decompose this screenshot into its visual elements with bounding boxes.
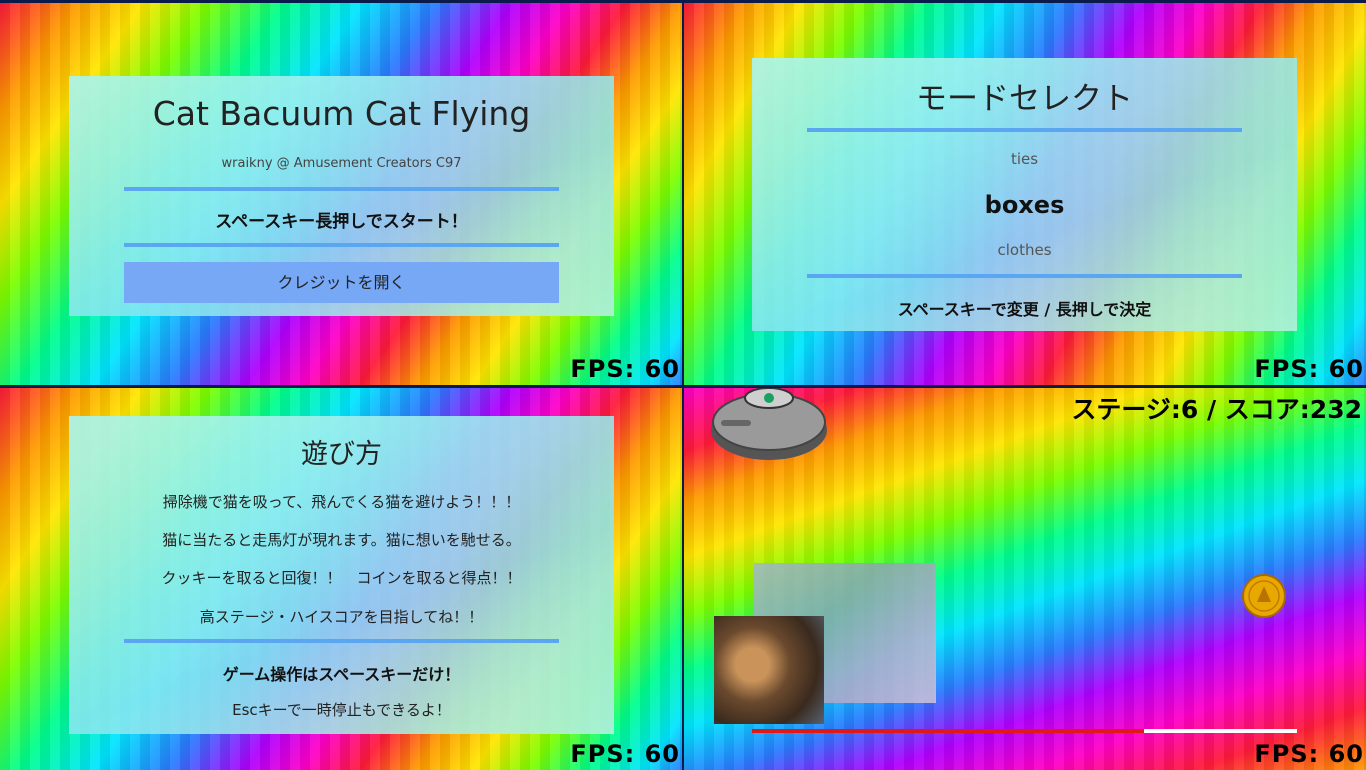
- health-bar: [752, 729, 1297, 733]
- robot-vacuum-icon: [711, 388, 827, 460]
- title-panel: Cat Bacuum Cat Flying wraikny @ Amusemen…: [69, 76, 614, 316]
- controls-heading: ゲーム操作はスペースキーだけ！: [222, 665, 461, 684]
- instruction-line: 掃除機で猫を吸って、飛んでくる猫を避けよう！！！: [162, 493, 521, 511]
- how-to-play-title: 遊び方: [301, 439, 382, 470]
- author-credit: wraikny @ Amusement Creators C97: [221, 156, 462, 171]
- divider: [124, 243, 559, 247]
- fps-counter: FPS: 60: [570, 740, 680, 768]
- divider: [124, 639, 559, 643]
- mode-option-clothes[interactable]: clothes: [752, 241, 1297, 259]
- cat-photo: [714, 616, 824, 724]
- fps-counter: FPS: 60: [1254, 740, 1364, 768]
- mode-select-hint: スペースキーで変更 / 長押しで決定: [897, 300, 1152, 319]
- mode-select-title: モードセレクト: [916, 81, 1133, 117]
- health-bar-fill: [752, 729, 1145, 733]
- divider: [124, 187, 559, 191]
- open-credits-button[interactable]: クレジットを開く: [124, 262, 559, 303]
- pause-hint: Escキーで一時停止もできるよ！: [232, 701, 451, 719]
- mode-select-panel: モードセレクト ties boxes clothes スペースキーで変更 / 長…: [752, 58, 1297, 331]
- divider: [807, 128, 1242, 132]
- start-prompt: スペースキー長押しでスタート！: [215, 212, 468, 232]
- how-to-play-screen: 遊び方 掃除機で猫を吸って、飛んでくる猫を避けよう！！！ 猫に当たると走馬灯が現…: [0, 388, 682, 770]
- title-screen: Cat Bacuum Cat Flying wraikny @ Amusemen…: [0, 3, 682, 385]
- coin-icon: [1242, 574, 1286, 618]
- game-title: Cat Bacuum Cat Flying: [152, 94, 531, 133]
- stage-score-hud: ステージ:6 / スコア:232: [1071, 395, 1362, 424]
- fps-counter: FPS: 60: [1254, 355, 1364, 383]
- fps-counter: FPS: 60: [570, 355, 680, 383]
- mode-option-ties[interactable]: ties: [752, 150, 1297, 168]
- gameplay-screen: ステージ:6 / スコア:232 FPS: 60: [684, 388, 1366, 770]
- divider: [807, 274, 1242, 278]
- how-to-play-panel: 遊び方 掃除機で猫を吸って、飛んでくる猫を避けよう！！！ 猫に当たると走馬灯が現…: [69, 416, 614, 734]
- instruction-line: 高ステージ・ハイスコアを目指してね！！: [199, 608, 484, 626]
- mode-select-screen: モードセレクト ties boxes clothes スペースキーで変更 / 長…: [684, 3, 1366, 385]
- instruction-line: 猫に当たると走馬灯が現れます。猫に想いを馳せる。: [162, 531, 521, 549]
- instruction-line: クッキーを取ると回復！！ コインを取ると得点！！: [161, 569, 522, 587]
- mode-option-boxes-selected[interactable]: boxes: [752, 191, 1297, 219]
